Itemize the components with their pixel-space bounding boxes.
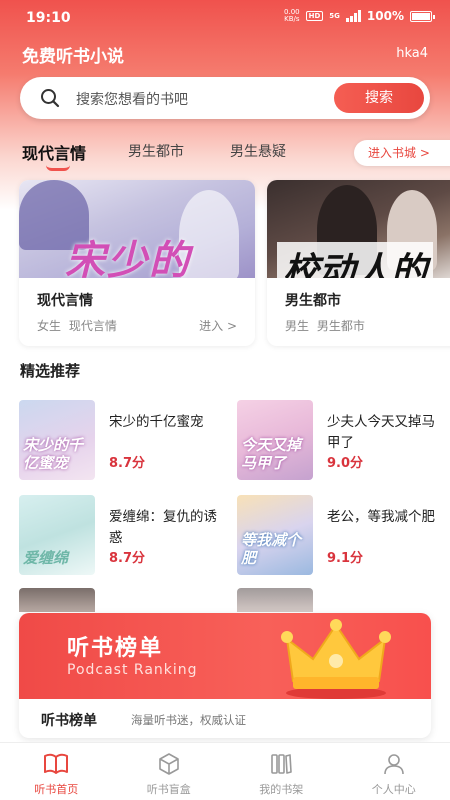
book-score: 9.1分 xyxy=(327,551,364,566)
category-title: 现代言情 xyxy=(37,293,93,309)
book-title: 爱缠绵：复仇的诱惑 xyxy=(109,509,217,546)
book-cover-text: 宋少的千亿蜜宠 xyxy=(23,436,84,472)
status-time: 19:10 xyxy=(26,10,71,26)
category-cover-image: 宋少的 xyxy=(19,180,255,278)
ranking-banner-image: 听书榜单 Podcast Ranking xyxy=(19,613,431,699)
user-icon xyxy=(382,752,406,780)
signal-icon xyxy=(345,10,361,22)
book-score: 8.7分 xyxy=(109,456,146,471)
bookshelf-icon xyxy=(269,752,293,780)
book-item[interactable]: 今天又掉马甲了 少夫人今天又掉马甲了 9.0分 xyxy=(237,400,437,480)
nav-blind-box[interactable]: 听书盲盒 xyxy=(113,743,226,800)
book-cover-text: 等我减个肥 xyxy=(241,531,302,567)
active-tab-indicator xyxy=(46,165,70,171)
nav-label: 个人中心 xyxy=(371,783,416,796)
nav-label: 我的书架 xyxy=(259,783,304,796)
book-score: 8.7分 xyxy=(109,551,146,566)
category-cards: 宋少的 现代言情 女生 现代言情 进入 > 校动人的 男生都市 男生 男生都市 … xyxy=(0,180,450,346)
book-cover: 今天又掉马甲了 xyxy=(237,400,313,480)
category-cover-image: 校动人的 xyxy=(267,180,450,278)
book-cover-text: 爱缠绵 xyxy=(23,549,69,567)
search-icon xyxy=(40,88,60,112)
banner-subtitle: Podcast Ranking xyxy=(67,662,198,678)
tab-male-urban[interactable]: 男生都市 xyxy=(128,141,184,161)
book-title: 老公，等我减个肥 xyxy=(327,509,435,525)
category-title: 男生都市 xyxy=(285,293,341,309)
cover-title: 宋少的 xyxy=(65,238,191,278)
category-enter-link[interactable]: 进入 > xyxy=(199,317,237,334)
tab-modern-romance[interactable]: 现代言情 xyxy=(22,140,86,164)
network-speed: 0.00 KB/s xyxy=(284,8,300,23)
battery-text: 100% xyxy=(366,9,404,23)
category-tags: 男生 男生都市 xyxy=(285,319,365,333)
book-item[interactable]: 等我减个肥 老公，等我减个肥 9.1分 xyxy=(237,495,437,575)
section-title: 精选推荐 xyxy=(20,362,81,380)
app-title: 免费听书小说 xyxy=(22,47,124,67)
signal-label: 5G xyxy=(329,12,340,20)
ranking-description: 海量听书迷，权威认证 xyxy=(131,713,246,727)
status-bar: 19:10 0.00 KB/s HD 5G 100% xyxy=(0,0,450,36)
book-cover-partial xyxy=(237,588,313,612)
battery-icon xyxy=(410,10,435,22)
cover-title: 校动人的 xyxy=(277,242,434,278)
search-input[interactable]: 搜索您想看的书吧 xyxy=(76,89,188,109)
bottom-navigation: 听书首页 听书盲盒 我的书架 个人中心 xyxy=(0,742,450,800)
status-icons: 0.00 KB/s HD 5G 100% xyxy=(284,8,435,23)
search-button[interactable]: 搜索 xyxy=(334,83,424,113)
book-cover: 爱缠绵 xyxy=(19,495,95,575)
book-cover-text: 今天又掉马甲了 xyxy=(241,436,302,472)
username[interactable]: hka4 xyxy=(396,46,428,61)
crown-icon xyxy=(281,619,391,703)
box-icon xyxy=(157,752,181,780)
book-cover: 宋少的千亿蜜宠 xyxy=(19,400,95,480)
book-title: 少夫人今天又掉马甲了 xyxy=(327,414,435,451)
nav-home[interactable]: 听书首页 xyxy=(0,743,113,800)
category-tags: 女生 现代言情 xyxy=(37,319,117,333)
book-item[interactable]: 爱缠绵 爱缠绵：复仇的诱惑 8.7分 xyxy=(19,495,219,575)
nav-label: 听书盲盒 xyxy=(146,783,191,796)
ranking-banner[interactable]: 听书榜单 Podcast Ranking 听书榜单 海量听书迷，权威认证 xyxy=(19,613,431,738)
nav-profile[interactable]: 个人中心 xyxy=(338,743,450,800)
nav-bookshelf[interactable]: 我的书架 xyxy=(225,743,338,800)
search-bar[interactable]: 搜索您想看的书吧 搜索 xyxy=(20,77,430,119)
category-card[interactable]: 宋少的 现代言情 女生 现代言情 进入 > xyxy=(19,180,255,346)
category-card[interactable]: 校动人的 男生都市 男生 男生都市 进 xyxy=(267,180,450,346)
book-cover: 等我减个肥 xyxy=(237,495,313,575)
book-item[interactable]: 宋少的千亿蜜宠 宋少的千亿蜜宠 8.7分 xyxy=(19,400,219,480)
nav-label: 听书首页 xyxy=(34,783,79,796)
book-title: 宋少的千亿蜜宠 xyxy=(109,414,204,430)
hd-badge: HD xyxy=(305,11,324,21)
banner-title: 听书榜单 xyxy=(67,636,164,661)
ranking-title: 听书榜单 xyxy=(41,713,97,729)
book-open-icon xyxy=(43,752,69,780)
tab-male-suspense[interactable]: 男生悬疑 xyxy=(230,141,286,161)
book-cover-partial xyxy=(19,588,95,612)
enter-store-button[interactable]: 进入书城 > xyxy=(354,140,450,166)
book-score: 9.0分 xyxy=(327,456,364,471)
